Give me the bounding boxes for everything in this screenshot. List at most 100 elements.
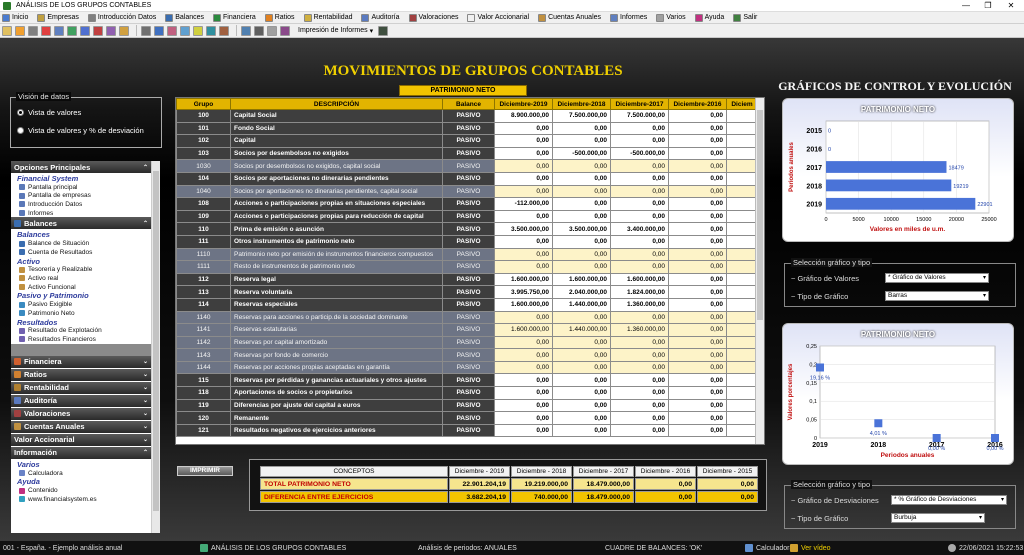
column-header[interactable]: Diciembre-2018 bbox=[552, 98, 611, 110]
status-video[interactable]: Ver vídeo bbox=[790, 544, 831, 552]
nav-header-auditor-a[interactable]: Auditoría ⌄ bbox=[11, 394, 151, 407]
menu-inicio[interactable]: Inicio bbox=[2, 13, 28, 22]
data-icon[interactable] bbox=[28, 25, 38, 36]
table-row[interactable]: 115 Reservas por pérdidas y ganancias act… bbox=[176, 373, 758, 388]
chart1-graph-select[interactable]: * Gráfico de Valores ▾ bbox=[885, 273, 989, 283]
column-header[interactable]: Diciem bbox=[726, 98, 758, 110]
info-icon[interactable] bbox=[154, 25, 164, 36]
print-button[interactable]: IMPRIMIR bbox=[177, 466, 233, 476]
menu-rentabilidad[interactable]: Rentabilidad bbox=[303, 13, 352, 22]
table-row[interactable]: 113 Reserva voluntaria PASIVO 3.995.750,00 2… bbox=[176, 285, 758, 299]
menu-empresas[interactable]: Empresas bbox=[37, 13, 79, 22]
nav-item[interactable]: Pasivo Exigible bbox=[11, 300, 151, 309]
nav-item[interactable]: Informes bbox=[11, 209, 151, 218]
account-icon[interactable] bbox=[119, 25, 129, 36]
help-icon[interactable] bbox=[167, 25, 177, 36]
nav-item[interactable]: Tesorería y Realizable bbox=[11, 266, 151, 275]
grid-scrollbar[interactable] bbox=[755, 98, 764, 444]
nav-item[interactable]: Balance de Situación bbox=[11, 239, 151, 248]
nav-item-calculadora[interactable]: Calculadora bbox=[11, 469, 151, 478]
nav-item[interactable]: Cuenta de Resultados bbox=[11, 248, 151, 257]
menu-valor-accionarial[interactable]: Valor Accionarial bbox=[467, 13, 529, 22]
menu-salir[interactable]: Salir bbox=[733, 13, 757, 22]
table-row[interactable]: 103 Socios por desembolsos no exigidos PAS… bbox=[176, 146, 758, 161]
menu-varios[interactable]: Varios bbox=[656, 13, 686, 22]
chart2-graph-select[interactable]: * % Gráfico de Desviaciones ▾ bbox=[891, 495, 1007, 505]
nav-item-web[interactable]: www.financialsystem.es bbox=[11, 495, 151, 504]
menu-financiera[interactable]: Financiera bbox=[213, 13, 256, 22]
nav-item[interactable]: Resultado de Explotación bbox=[11, 327, 151, 336]
chart2-kind-select[interactable]: Burbuja ▾ bbox=[891, 513, 985, 523]
nav-item[interactable]: Introducción Datos bbox=[11, 200, 151, 209]
nav-header-cuentas-anuales[interactable]: Cuentas Anuales ⌄ bbox=[11, 420, 151, 433]
table-row[interactable]: 111 Otros instrumentos de patrimonio neto… bbox=[176, 234, 758, 249]
table-row[interactable]: 1030 Socios por desembolsos no exigidos, … bbox=[176, 159, 758, 173]
balance-icon[interactable] bbox=[54, 25, 64, 36]
value-icon[interactable] bbox=[106, 25, 116, 36]
nav-header-informacion[interactable]: Información ⌃ bbox=[11, 446, 151, 459]
nav-item-contenido[interactable]: Contenido bbox=[11, 486, 151, 495]
table-row[interactable]: 119 Diferencias por ajuste del capital a … bbox=[176, 398, 758, 413]
note-icon[interactable] bbox=[193, 25, 203, 36]
screen-icon[interactable] bbox=[241, 25, 251, 36]
chart1-kind-select[interactable]: Barras ▾ bbox=[885, 291, 989, 301]
page-icon[interactable] bbox=[267, 25, 277, 36]
view-deviation-radio[interactable]: Vista de valores y % de desviación bbox=[17, 126, 144, 135]
folder-icon[interactable] bbox=[15, 25, 25, 36]
nav-header-valor-accionarial[interactable]: Valor Accionarial ⌄ bbox=[11, 433, 151, 446]
nav-item[interactable]: Activo Funcional bbox=[11, 283, 151, 292]
table-row[interactable]: 100 Capital Social PASIVO 8.900.000,00 7.500… bbox=[176, 109, 758, 123]
nav-item[interactable]: Pantalla principal bbox=[11, 183, 151, 192]
status-calculator[interactable]: Calculadora bbox=[745, 544, 793, 552]
table-row[interactable]: 121 Resultados negativos de ejercicios an… bbox=[176, 423, 758, 438]
table-row[interactable]: 109 Acciones o participaciones propias pa… bbox=[176, 209, 758, 224]
table-row[interactable]: 102 Capital PASIVO 0,00 0,00 0,00 0,00 bbox=[176, 134, 758, 148]
nav-item[interactable]: Patrimonio Neto bbox=[11, 309, 151, 318]
grid-scroll-thumb[interactable] bbox=[757, 110, 763, 320]
menu-auditor-a[interactable]: Auditoría bbox=[361, 13, 400, 22]
column-header[interactable]: DESCRIPCIÓN bbox=[230, 98, 443, 110]
menu-introducci-n-datos[interactable]: Introducción Datos bbox=[87, 13, 156, 22]
maximize-button[interactable]: ❐ bbox=[977, 0, 999, 12]
nav-scroll-thumb[interactable] bbox=[153, 171, 159, 511]
column-header[interactable]: Diciembre-2016 bbox=[668, 98, 727, 110]
table-row[interactable]: 1143 Reservas por fondo de comercio PASIVO… bbox=[176, 348, 758, 362]
menu-cuentas-anuales[interactable]: Cuentas Anuales bbox=[538, 13, 601, 22]
table-row[interactable]: 110 Prima de emisión o asunción PASIVO 3.50… bbox=[176, 222, 758, 236]
nav-item[interactable]: Resultados Financieros bbox=[11, 335, 151, 344]
table-row[interactable]: 1111 Resto de instrumentos de patrimonio … bbox=[176, 260, 758, 274]
nav-item[interactable]: Pantalla de empresas bbox=[11, 192, 151, 201]
minimize-button[interactable]: — bbox=[955, 0, 977, 12]
table-row[interactable]: 1140 Reservas para acciones o particip.de… bbox=[176, 310, 758, 325]
menu-ayuda[interactable]: Ayuda bbox=[694, 13, 724, 22]
finance-icon[interactable] bbox=[67, 25, 77, 36]
column-header[interactable]: Diciembre-2019 bbox=[494, 98, 553, 110]
nav-header-financiera[interactable]: Financiera ⌄ bbox=[11, 355, 151, 368]
menu-informes[interactable]: Informes bbox=[610, 13, 647, 22]
menu-valoraciones[interactable]: Valoraciones bbox=[408, 13, 458, 22]
nav-header-principales[interactable]: Opciones Principales ⌃ bbox=[11, 161, 151, 173]
video-icon[interactable] bbox=[206, 25, 216, 36]
nav-header-balances[interactable]: Balances ⌃ bbox=[11, 217, 151, 230]
nav-header-ratios[interactable]: Ratios ⌄ bbox=[11, 368, 151, 381]
open-icon[interactable] bbox=[2, 25, 12, 36]
grid-icon[interactable] bbox=[254, 25, 264, 36]
menu-balances[interactable]: Balances bbox=[165, 13, 204, 22]
column-header[interactable]: Grupo bbox=[176, 98, 231, 110]
book-icon[interactable] bbox=[41, 25, 51, 36]
printer-icon[interactable] bbox=[280, 25, 290, 36]
calc-icon[interactable] bbox=[180, 25, 190, 36]
print-reports-menu[interactable]: Impresión de Informes ▾ bbox=[298, 27, 373, 35]
nav-header-rentabilidad[interactable]: Rentabilidad ⌄ bbox=[11, 381, 151, 394]
settings-icon[interactable] bbox=[219, 25, 229, 36]
table-row[interactable]: 1141 Reservas estatutarias PASIVO 1.600.000… bbox=[176, 323, 758, 337]
column-header[interactable]: Diciembre-2017 bbox=[610, 98, 669, 110]
nav-scrollbar[interactable] bbox=[151, 161, 160, 533]
column-header[interactable]: Balance bbox=[442, 98, 495, 110]
audit-icon[interactable] bbox=[93, 25, 103, 36]
table-row[interactable]: 101 Fondo Social PASIVO 0,00 0,00 0,00 0,00 bbox=[176, 121, 758, 136]
table-row[interactable]: 120 Remanente PASIVO 0,00 0,00 0,00 0,00 bbox=[176, 411, 758, 425]
table-row[interactable]: 108 Acciones o participaciones propias en… bbox=[176, 197, 758, 211]
view-values-radio[interactable]: Vista de valores bbox=[17, 108, 81, 117]
table-row[interactable]: 1110 Patrimonio neto por emisión de instr… bbox=[176, 247, 758, 262]
